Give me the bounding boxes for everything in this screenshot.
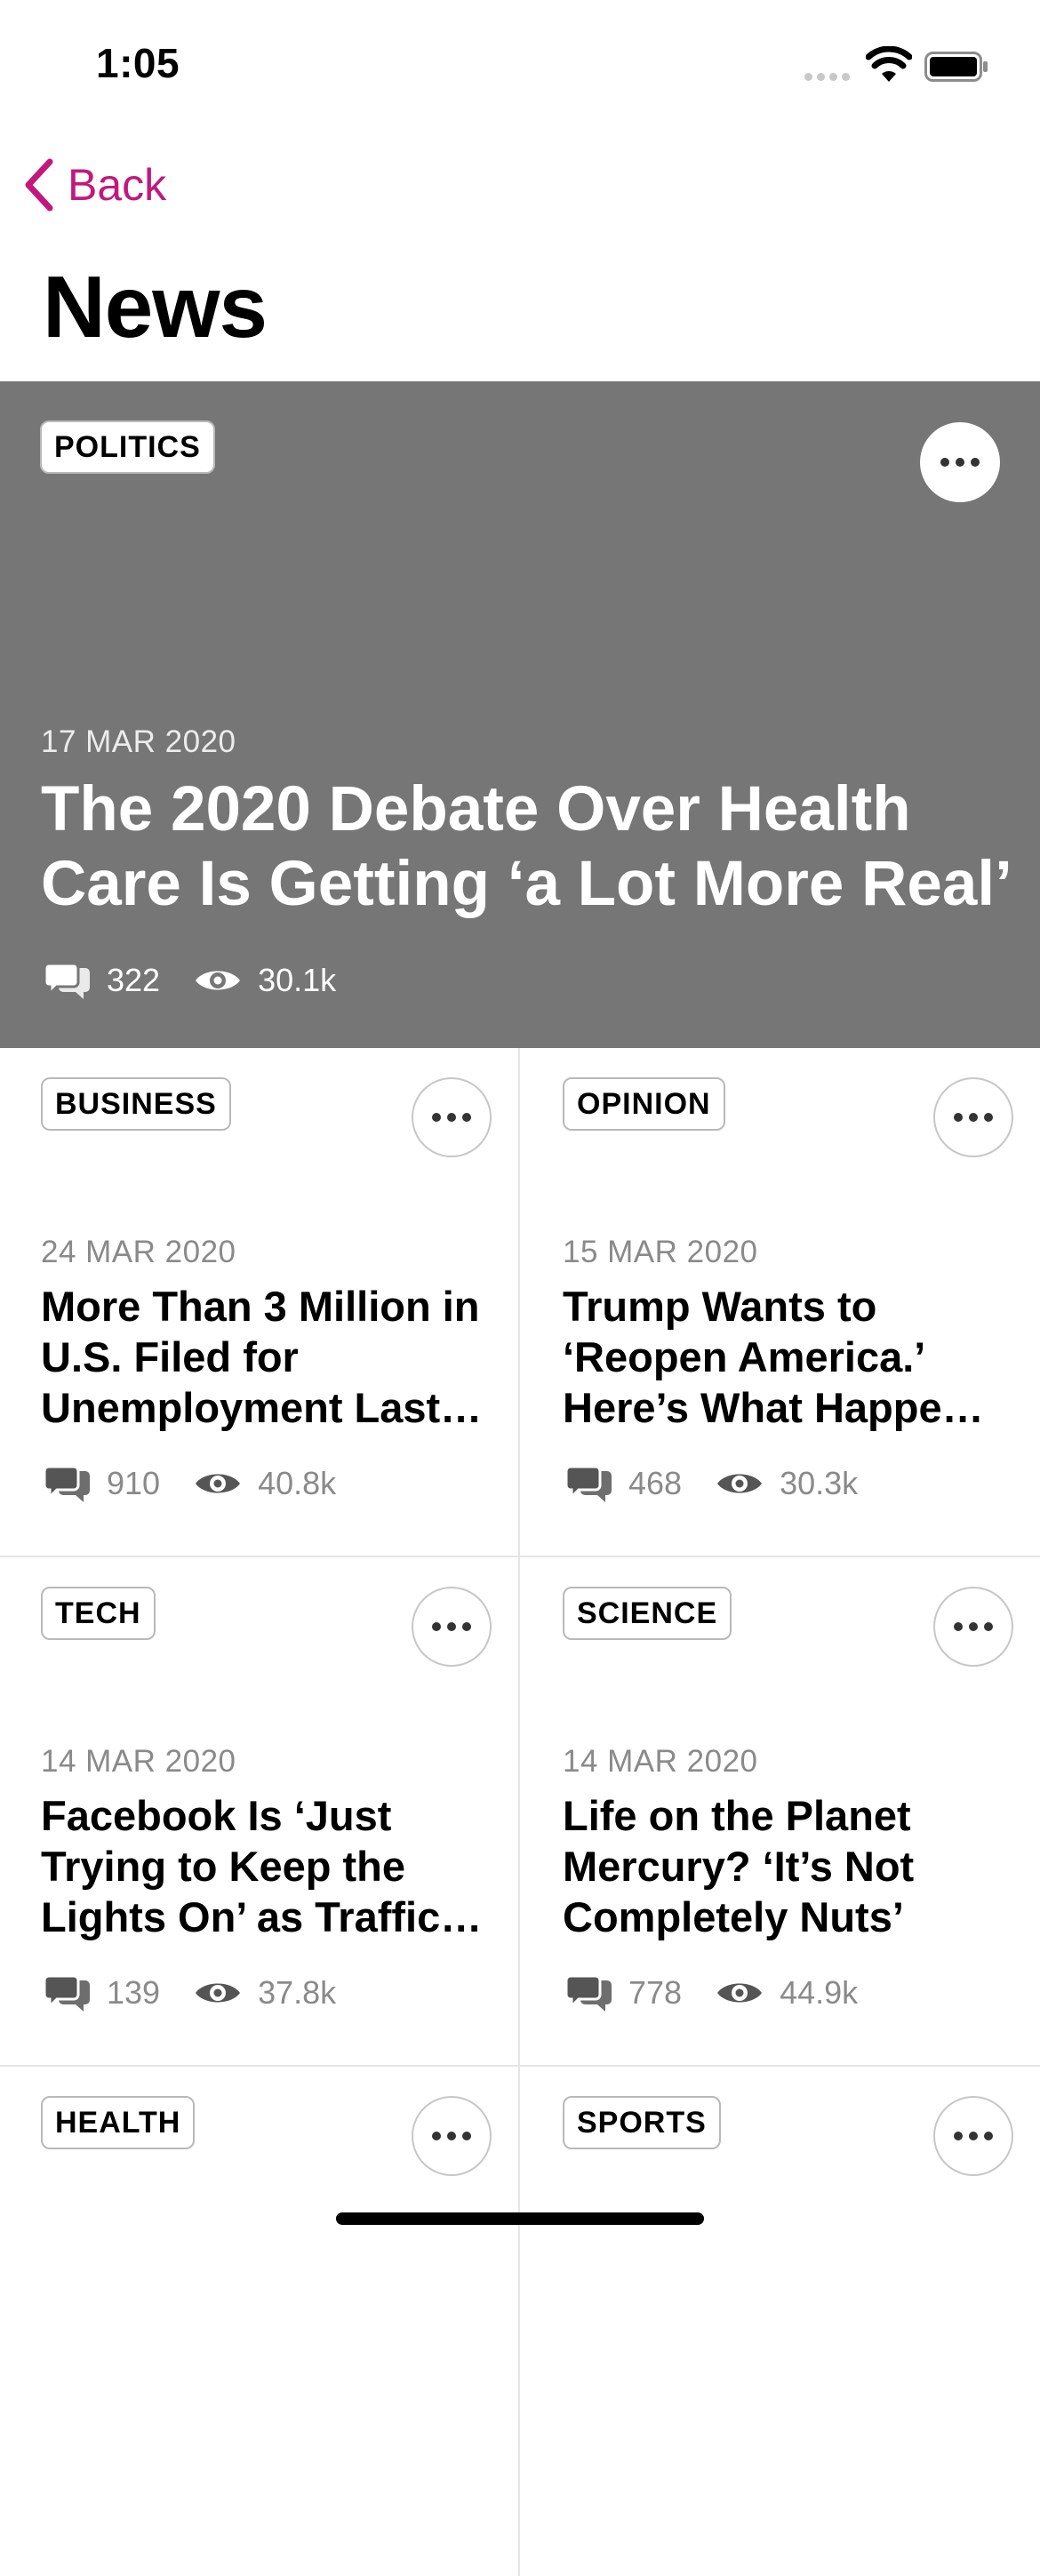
- eye-icon: [717, 1474, 763, 1493]
- more-options-button[interactable]: [412, 2096, 492, 2176]
- more-horizontal-icon: [954, 2132, 993, 2140]
- more-options-button[interactable]: [412, 1077, 492, 1157]
- view-count: 37.8k: [258, 1974, 337, 2011]
- article-card-science[interactable]: SCIENCE 14 MAR 2020 Life on the Planet M…: [520, 1557, 1040, 2067]
- battery-icon: [924, 52, 988, 82]
- comments-icon: [44, 1465, 90, 1502]
- view-count: 44.9k: [780, 1974, 859, 2011]
- comments-icon: [44, 962, 90, 999]
- article-stats: 778 44.9k: [566, 1973, 892, 2012]
- more-horizontal-icon: [940, 458, 980, 467]
- more-horizontal-icon: [432, 1113, 471, 1122]
- cellular-signal-icon: [804, 73, 850, 81]
- status-bar: 1:05: [0, 0, 1040, 133]
- article-stats: 910 40.8k: [44, 1464, 370, 1503]
- article-card-business[interactable]: BUSINESS 24 MAR 2020 More Than 3 Million…: [0, 1048, 520, 1557]
- page-title: News: [43, 258, 268, 356]
- status-time: 1:05: [96, 40, 180, 86]
- eye-icon: [717, 1983, 763, 2003]
- more-horizontal-icon: [954, 1622, 993, 1631]
- article-card-opinion[interactable]: OPINION 15 MAR 2020 Trump Wants to ‘Reop…: [520, 1048, 1040, 1557]
- featured-article-card[interactable]: POLITICS 17 MAR 2020 The 2020 Debate Ove…: [0, 381, 1040, 1048]
- category-tag[interactable]: SPORTS: [563, 2096, 721, 2149]
- article-card-health[interactable]: HEALTH: [0, 2067, 520, 2576]
- more-options-button[interactable]: [933, 2096, 1013, 2176]
- chevron-left-icon: [25, 158, 53, 212]
- comment-count: 468: [628, 1465, 683, 1501]
- comment-count: 778: [628, 1974, 683, 2011]
- article-card-sports[interactable]: SPORTS: [520, 2067, 1040, 2576]
- article-card-tech[interactable]: TECH 14 MAR 2020 Facebook Is ‘Just Tryin…: [0, 1557, 520, 2067]
- category-tag[interactable]: HEALTH: [41, 2096, 196, 2149]
- more-horizontal-icon: [432, 2132, 471, 2140]
- more-options-button[interactable]: [920, 422, 1000, 502]
- article-stats: 468 30.3k: [566, 1464, 892, 1503]
- more-horizontal-icon: [432, 1622, 471, 1631]
- article-title[interactable]: Life on the Planet Mercury? ‘It’s Not Co…: [563, 1790, 1012, 1942]
- eye-icon: [196, 1983, 241, 2003]
- comment-count: 322: [107, 962, 161, 998]
- category-tag[interactable]: OPINION: [563, 1077, 725, 1131]
- view-count: 30.3k: [780, 1465, 859, 1501]
- article-title[interactable]: Facebook Is ‘Just Trying to Keep the Lig…: [41, 1790, 490, 1942]
- wifi-icon: [866, 46, 912, 82]
- eye-icon: [196, 1474, 241, 1493]
- more-options-button[interactable]: [933, 1587, 1013, 1667]
- article-date: 15 MAR 2020: [563, 1235, 758, 1269]
- more-options-button[interactable]: [933, 1077, 1013, 1157]
- article-stats: 322 30.1k: [44, 961, 370, 1000]
- article-date: 17 MAR 2020: [41, 724, 236, 759]
- back-button[interactable]: Back: [23, 156, 166, 214]
- article-date: 14 MAR 2020: [41, 1744, 236, 1779]
- comments-icon: [566, 1465, 612, 1502]
- more-horizontal-icon: [954, 1113, 993, 1122]
- article-title[interactable]: More Than 3 Million in U.S. Filed for Un…: [41, 1281, 490, 1433]
- category-tag[interactable]: BUSINESS: [41, 1077, 231, 1131]
- article-date: 14 MAR 2020: [563, 1744, 758, 1779]
- article-stats: 139 37.8k: [44, 1973, 370, 2012]
- eye-icon: [196, 971, 241, 990]
- article-date: 24 MAR 2020: [41, 1235, 236, 1269]
- view-count: 30.1k: [258, 962, 337, 998]
- back-label: Back: [68, 160, 167, 210]
- category-tag[interactable]: TECH: [41, 1587, 156, 1640]
- comment-count: 910: [107, 1465, 161, 1501]
- home-indicator[interactable]: [336, 2212, 704, 2225]
- article-title[interactable]: Trump Wants to ‘Reopen America.’ Here’s …: [563, 1281, 1012, 1433]
- comments-icon: [44, 1974, 90, 2012]
- comment-count: 139: [107, 1974, 161, 2011]
- category-tag[interactable]: POLITICS: [40, 420, 215, 474]
- more-options-button[interactable]: [412, 1587, 492, 1667]
- comments-icon: [566, 1974, 612, 2012]
- article-title[interactable]: The 2020 Debate Over Health Care Is Gett…: [41, 772, 1019, 922]
- category-tag[interactable]: SCIENCE: [563, 1587, 732, 1640]
- view-count: 40.8k: [258, 1465, 337, 1501]
